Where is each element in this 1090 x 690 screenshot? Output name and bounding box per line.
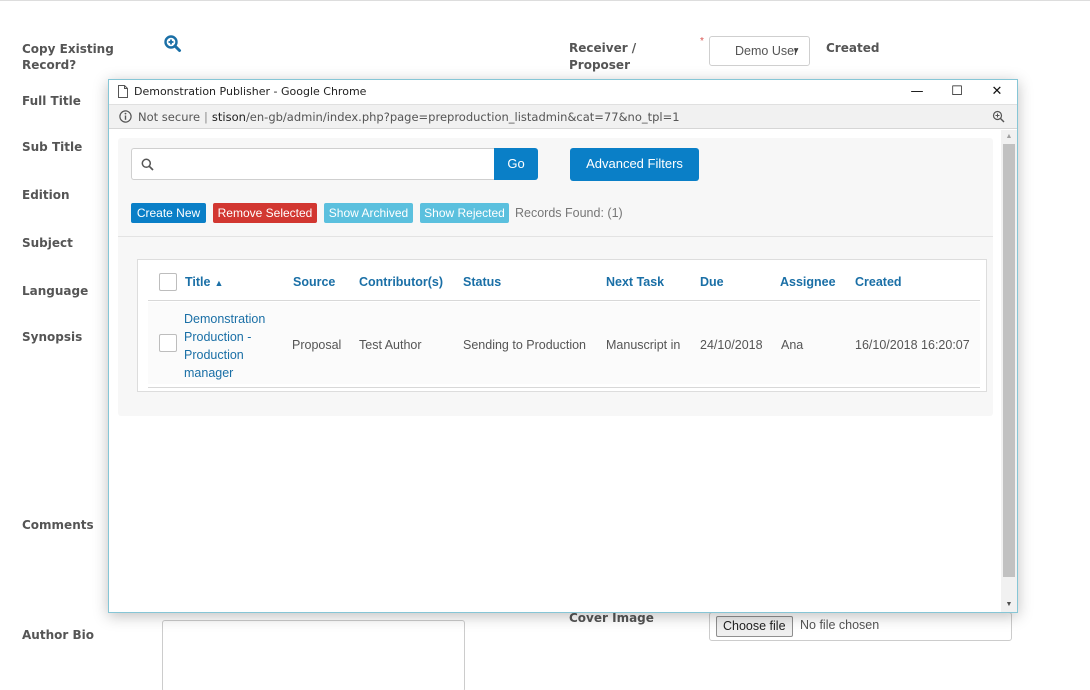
scroll-down-arrow-icon[interactable]: ▼	[1001, 598, 1017, 612]
show-rejected-button[interactable]: Show Rejected	[420, 203, 509, 223]
column-header-due[interactable]: Due	[700, 275, 724, 289]
row-divider	[148, 387, 980, 388]
chevron-down-icon: ▼	[792, 46, 800, 55]
receiver-select-value: Demo User	[735, 44, 799, 58]
column-header-assignee[interactable]: Assignee	[780, 275, 836, 289]
page-icon	[118, 85, 128, 98]
panel-divider	[118, 236, 993, 237]
row-checkbox[interactable]	[159, 334, 177, 352]
header-divider	[148, 300, 980, 301]
subject-label: Subject	[22, 236, 73, 250]
advanced-filters-button[interactable]: Advanced Filters	[570, 148, 699, 181]
column-title-label: Title	[185, 275, 211, 289]
go-button[interactable]: Go	[494, 148, 538, 180]
records-table: Title ▲ Source Contributor(s) Status Next…	[137, 259, 987, 392]
search-input[interactable]	[160, 155, 480, 174]
required-indicator: *	[700, 36, 704, 47]
list-admin-panel: Go Advanced Filters Create New Remove Se…	[118, 138, 993, 416]
sub-title-label: Sub Title	[22, 140, 83, 154]
not-secure-label: Not secure	[138, 110, 201, 124]
column-header-title[interactable]: Title ▲	[185, 275, 223, 289]
popup-content: Go Advanced Filters Create New Remove Se…	[109, 130, 1001, 612]
copy-existing-label: Copy Existing Record?	[22, 42, 114, 72]
page-top-border	[0, 0, 1090, 1]
column-header-contributors[interactable]: Contributor(s)	[359, 275, 443, 289]
url-host: stison	[211, 110, 246, 124]
zoom-in-icon[interactable]	[163, 34, 183, 54]
cell-source: Proposal	[292, 338, 342, 352]
close-button[interactable]: ✕	[977, 80, 1017, 104]
sort-ascending-icon: ▲	[214, 278, 224, 288]
minimize-button[interactable]: —	[897, 80, 937, 104]
row-title-link[interactable]: Demonstration Production - Production ma…	[184, 310, 284, 382]
cover-image-file-input[interactable]: Choose file No file chosen	[709, 612, 1012, 641]
author-bio-textarea[interactable]	[162, 620, 465, 690]
cell-next-task: Manuscript in	[606, 338, 681, 352]
cell-assignee: Ana	[781, 338, 804, 352]
window-titlebar[interactable]: Demonstration Publisher - Google Chrome …	[109, 80, 1017, 104]
maximize-button[interactable]: ☐	[937, 80, 977, 104]
scroll-thumb[interactable]	[1003, 144, 1015, 577]
full-title-label: Full Title	[22, 94, 81, 108]
window-title: Demonstration Publisher - Google Chrome	[134, 85, 367, 98]
receiver-select[interactable]: Demo User ▼	[709, 36, 810, 66]
zoom-icon[interactable]	[992, 110, 1005, 123]
cell-due: 24/10/2018	[700, 338, 763, 352]
synopsis-label: Synopsis	[22, 330, 83, 344]
url-path: /en-gb/admin/index.php?page=preproductio…	[245, 110, 680, 124]
cell-status: Sending to Production	[463, 338, 587, 352]
remove-selected-button[interactable]: Remove Selected	[213, 203, 317, 223]
cell-contributors: Test Author	[359, 338, 422, 352]
info-icon[interactable]	[119, 110, 132, 123]
show-archived-button[interactable]: Show Archived	[324, 203, 413, 223]
url-text[interactable]: Not secure | stison/en-gb/admin/index.php?…	[138, 110, 680, 124]
search-icon	[141, 158, 154, 171]
search-field[interactable]	[131, 148, 494, 180]
select-all-checkbox[interactable]	[159, 273, 177, 291]
comments-label: Comments	[22, 518, 94, 532]
title-line: Production -	[184, 330, 252, 344]
address-bar[interactable]: Not secure | stison/en-gb/admin/index.php?…	[109, 104, 1017, 129]
scroll-up-arrow-icon[interactable]: ▲	[1001, 130, 1017, 144]
column-header-status[interactable]: Status	[463, 275, 501, 289]
title-line: Demonstration	[184, 312, 266, 326]
file-status-text: No file chosen	[800, 618, 880, 632]
column-header-created[interactable]: Created	[855, 275, 902, 289]
edition-label: Edition	[22, 188, 70, 202]
title-line: manager	[184, 366, 234, 380]
column-header-next-task[interactable]: Next Task	[606, 275, 664, 289]
language-label: Language	[22, 284, 89, 298]
column-header-source[interactable]: Source	[293, 275, 335, 289]
records-found-text: Records Found: (1)	[515, 206, 623, 220]
chrome-popup-window: Demonstration Publisher - Google Chrome …	[108, 79, 1018, 613]
create-new-button[interactable]: Create New	[131, 203, 206, 223]
choose-file-button[interactable]: Choose file	[716, 616, 793, 637]
title-line: Production	[184, 348, 244, 362]
receiver-proposer-label: Receiver / Proposer	[569, 41, 637, 72]
url-separator: |	[204, 110, 208, 124]
cell-created: 16/10/2018 16:20:07	[855, 338, 970, 352]
vertical-scrollbar[interactable]: ▲ ▼	[1001, 130, 1017, 612]
author-bio-label: Author Bio	[22, 628, 94, 642]
created-label: Created	[826, 41, 880, 55]
